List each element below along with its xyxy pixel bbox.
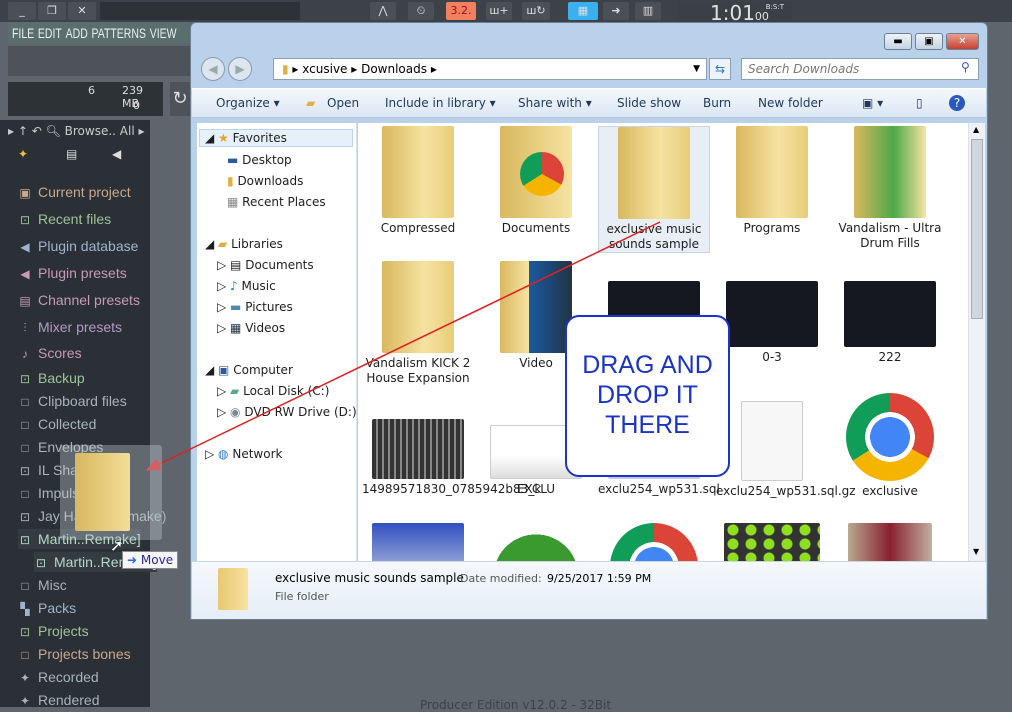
drag-arrow bbox=[145, 221, 661, 471]
move-tooltip: ➜ Move bbox=[122, 551, 179, 569]
red-arrow bbox=[145, 221, 661, 471]
move-arrow-icon: ➜ bbox=[127, 553, 138, 567]
move-label: Move bbox=[140, 553, 174, 567]
dragged-folder-icon bbox=[75, 453, 130, 531]
drag-ghost bbox=[60, 445, 162, 540]
